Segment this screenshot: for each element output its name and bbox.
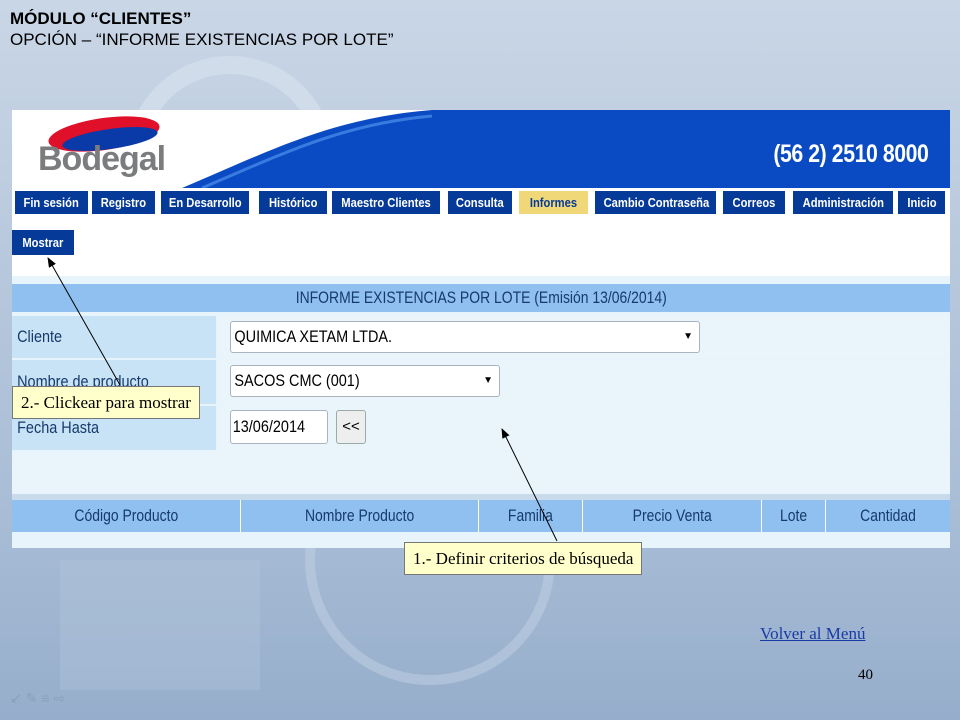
action-bar xyxy=(12,218,950,276)
nav-historico[interactable]: Histórico xyxy=(259,191,327,214)
nav-informes[interactable]: Informes xyxy=(519,191,588,214)
back-to-menu-link[interactable]: Volver al Menú xyxy=(760,624,865,644)
col-cantidad: Cantidad xyxy=(826,500,950,532)
callout-mostrar: 2.- Clickear para mostrar xyxy=(12,386,200,419)
nav-fin-sesion[interactable]: Fin sesión xyxy=(15,191,88,214)
nav-administracion[interactable]: Administración xyxy=(793,191,893,214)
col-familia: Familia xyxy=(479,500,583,532)
phone-number: (56 2) 2510 8000 xyxy=(772,140,928,168)
nav-correos[interactable]: Correos xyxy=(723,191,785,214)
menu-icon[interactable]: ≡ xyxy=(41,690,53,706)
module-title: MÓDULO “CLIENTES” xyxy=(10,9,192,28)
nav-registro[interactable]: Registro xyxy=(92,191,155,214)
dropdown-arrow-icon: ▼ xyxy=(683,331,693,342)
mostrar-button[interactable]: Mostrar xyxy=(12,230,74,255)
option-title: OPCIÓN – “INFORME EXISTENCIAS POR LOTE” xyxy=(10,30,394,49)
page-number: 40 xyxy=(858,667,873,683)
logo[interactable]: Bodegal xyxy=(38,140,166,179)
nav-consulta[interactable]: Consulta xyxy=(448,191,512,214)
slide-title: MÓDULO “CLIENTES” OPCIÓN – “INFORME EXIS… xyxy=(10,8,394,50)
callout-criterios: 1.- Definir criterios de búsqueda xyxy=(404,542,643,575)
dropdown-arrow-icon: ▼ xyxy=(483,375,493,386)
form-spacer xyxy=(12,452,950,492)
col-precio-venta: Precio Venta xyxy=(583,500,762,532)
nav-inicio[interactable]: Inicio xyxy=(898,191,945,214)
col-codigo-producto: Código Producto xyxy=(12,500,241,532)
forward-icon[interactable]: ⇨ xyxy=(54,690,70,706)
main-nav: Fin sesión Registro En Desarrollo Histór… xyxy=(12,188,950,218)
producto-select[interactable]: SACOS CMC (001) ▼ xyxy=(230,365,500,397)
cliente-select[interactable]: QUIMICA XETAM LTDA. ▼ xyxy=(230,321,700,353)
col-nombre-producto: Nombre Producto xyxy=(241,500,479,532)
pen-icon[interactable]: ✎ xyxy=(26,690,42,706)
cliente-label: Cliente xyxy=(12,316,216,358)
arrow-back-icon[interactable]: ↙ xyxy=(10,690,26,706)
nav-en-desarrollo[interactable]: En Desarrollo xyxy=(161,191,249,214)
nav-maestro-clientes[interactable]: Maestro Clientes xyxy=(332,191,440,214)
fecha-hasta-input[interactable]: 13/06/2014 xyxy=(230,410,328,444)
date-picker-button[interactable]: << xyxy=(336,410,366,444)
col-lote: Lote xyxy=(762,500,826,532)
app-screenshot: Bodegal (56 2) 2510 8000 Fin sesión Regi… xyxy=(12,110,950,548)
report-title: INFORME EXISTENCIAS POR LOTE (Emisión 13… xyxy=(12,284,950,312)
nav-cambio-contrasena[interactable]: Cambio Contraseña xyxy=(595,191,716,214)
app-banner: Bodegal (56 2) 2510 8000 xyxy=(12,110,950,188)
slide-toolbar: ↙✎≡⇨ xyxy=(10,690,69,707)
